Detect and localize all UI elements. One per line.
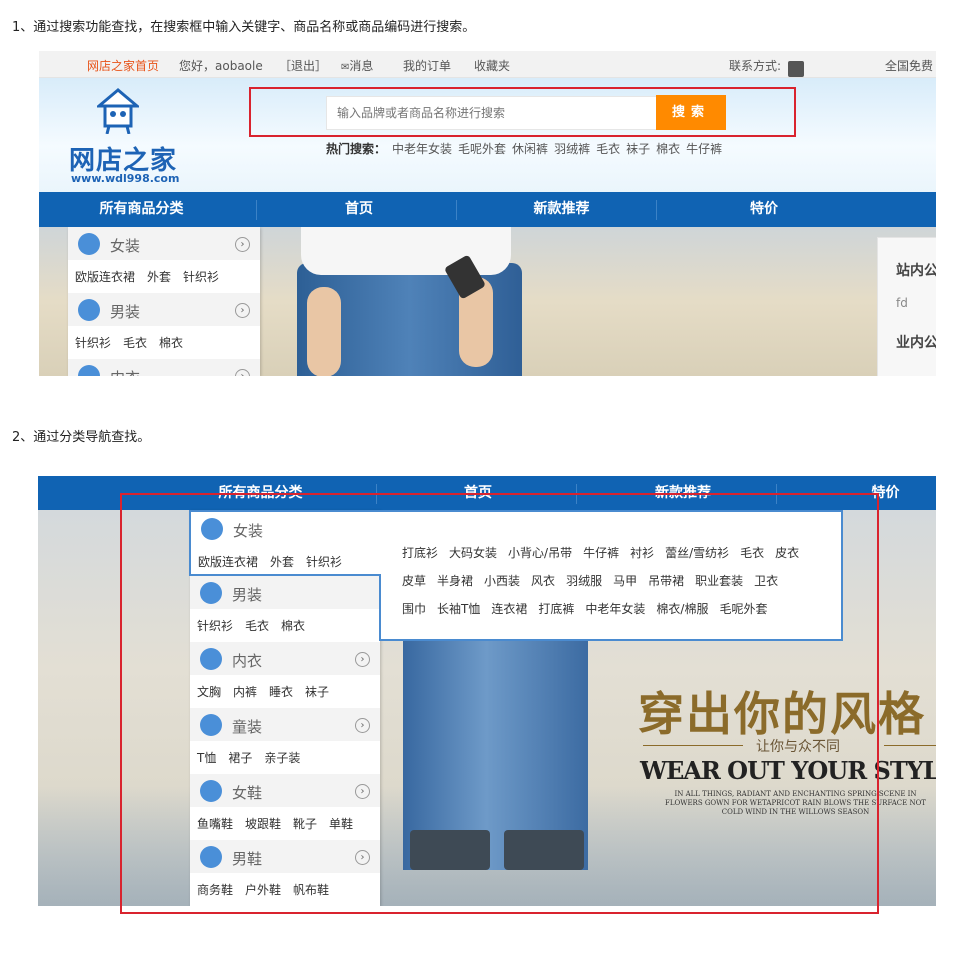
favorites-link[interactable]: 收藏夹: [474, 57, 510, 74]
main-nav: 所有商品分类 首页 新款推荐 特价: [39, 192, 936, 227]
site-notice-title: 站内公: [896, 263, 936, 279]
sub-link[interactable]: 针织衫: [75, 336, 111, 350]
hot-search: 热门搜索： 中老年女装 毛呢外套 休闲裤 羽绒裤 毛衣 袜子 棉衣 牛仔裤: [326, 140, 722, 157]
hot-term[interactable]: 毛衣: [596, 142, 620, 156]
sub-link[interactable]: 毛衣: [123, 336, 147, 350]
category-women[interactable]: 女装 › 欧版连衣裙 外套 针织衫: [68, 227, 260, 293]
top-bar: 网店之家首页 您好，aobaole ［退出］ ✉消息 我的订单 收藏夹 联系方式…: [39, 51, 936, 78]
qrcode-icon[interactable]: [788, 61, 804, 77]
logout-link[interactable]: ［退出］: [279, 57, 327, 74]
nav-new[interactable]: 新款推荐: [459, 192, 664, 227]
sub-link[interactable]: 针织衫: [183, 270, 219, 284]
category-subs: 针织衫 毛衣 棉衣: [68, 326, 260, 359]
nav-divider: [256, 200, 257, 220]
category-subs: 欧版连衣裙 外套 针织衫: [68, 260, 260, 293]
home-link[interactable]: 网店之家首页: [87, 57, 159, 74]
category-title: 女装: [110, 237, 141, 255]
chevron-right-icon[interactable]: ›: [235, 237, 250, 252]
sub-link[interactable]: 欧版连衣裙: [75, 270, 135, 284]
search-highlight: [249, 87, 796, 137]
hot-term[interactable]: 休闲裤: [512, 142, 548, 156]
underwear-icon: [78, 365, 100, 376]
hot-term[interactable]: 牛仔裤: [686, 142, 722, 156]
hot-term[interactable]: 棉衣: [656, 142, 680, 156]
hot-term[interactable]: 毛呢外套: [458, 142, 506, 156]
category-header[interactable]: 女装 ›: [68, 227, 260, 260]
category-header[interactable]: 男装 ›: [68, 293, 260, 326]
category-underwear[interactable]: 内衣 ›: [68, 359, 260, 376]
hand-image: [307, 287, 341, 376]
logo-url: www.wdl998.com: [71, 172, 180, 185]
sub-link[interactable]: 外套: [147, 270, 171, 284]
slogan-divider: [884, 745, 936, 746]
category-title: 内衣: [110, 367, 140, 376]
hot-term[interactable]: 羽绒裤: [554, 142, 590, 156]
contact-label: 联系方式:: [729, 59, 782, 73]
notice-item[interactable]: fd: [896, 296, 908, 310]
category-men[interactable]: 男装 › 针织衫 毛衣 棉衣: [68, 293, 260, 359]
chevron-right-icon[interactable]: ›: [235, 369, 250, 376]
step1-caption: 1、通过搜索功能查找，在搜索框中输入关键字、商品名称或商品编码进行搜索。: [12, 20, 476, 35]
shirt-icon: [78, 299, 100, 321]
hot-term[interactable]: 袜子: [626, 142, 650, 156]
orders-link[interactable]: 我的订单: [403, 57, 451, 74]
category-menu: 女装 › 欧版连衣裙外套针织衫 男装 › 针织衫毛衣棉衣 内衣 ›: [68, 227, 260, 376]
nav-divider: [656, 200, 657, 220]
chevron-right-icon[interactable]: ›: [235, 303, 250, 318]
notice-panel: 站内公 fd 业内公: [877, 237, 936, 376]
dress-icon: [78, 233, 100, 255]
category-title: 男装: [110, 303, 141, 321]
house-logo-icon: [97, 88, 139, 134]
hot-search-label: 热门搜索：: [326, 142, 387, 156]
step2-caption: 2、通过分类导航查找。: [12, 430, 151, 445]
nav-all-categories[interactable]: 所有商品分类: [59, 192, 224, 227]
nav-home[interactable]: 首页: [259, 192, 459, 227]
greeting-text: 您好，aobaole: [179, 59, 263, 73]
nav-divider: [456, 200, 457, 220]
logo[interactable]: 网店之家 www.wdl998.com: [69, 88, 199, 185]
screenshot-search: 网店之家首页 您好，aobaole ［退出］ ✉消息 我的订单 收藏夹 联系方式…: [39, 51, 936, 376]
hot-term[interactable]: 中老年女装: [392, 142, 452, 156]
category-highlight: [120, 493, 879, 914]
hotline-text: 全国免费: [885, 59, 934, 73]
industry-notice-title: 业内公: [896, 335, 936, 351]
nav-sale[interactable]: 特价: [659, 192, 869, 227]
shirt-image: [301, 227, 511, 275]
banner[interactable]: 站内公 fd 业内公 女装 › 欧版连衣裙 外套 针织衫 男装 › 针织衫 毛衣 棉衣: [39, 227, 936, 376]
sub-link[interactable]: 棉衣: [159, 336, 183, 350]
messages-link[interactable]: ✉消息: [341, 57, 373, 74]
category-header[interactable]: 内衣 ›: [68, 359, 260, 376]
